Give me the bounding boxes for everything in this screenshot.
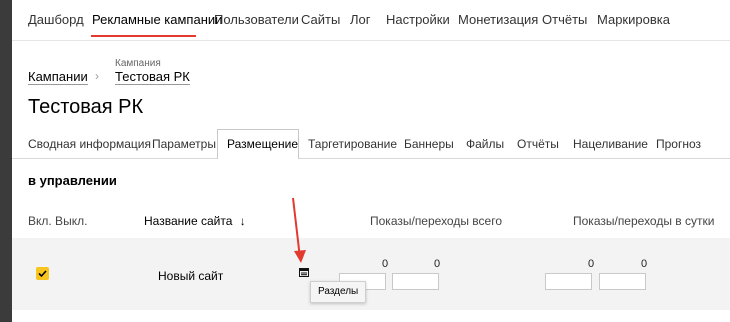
page: Дашборд Рекламные кампании Пользователи … — [12, 0, 730, 322]
left-sidebar-strip — [0, 0, 12, 322]
sections-tooltip: Разделы — [310, 281, 367, 303]
annotation-arrow — [292, 197, 306, 263]
